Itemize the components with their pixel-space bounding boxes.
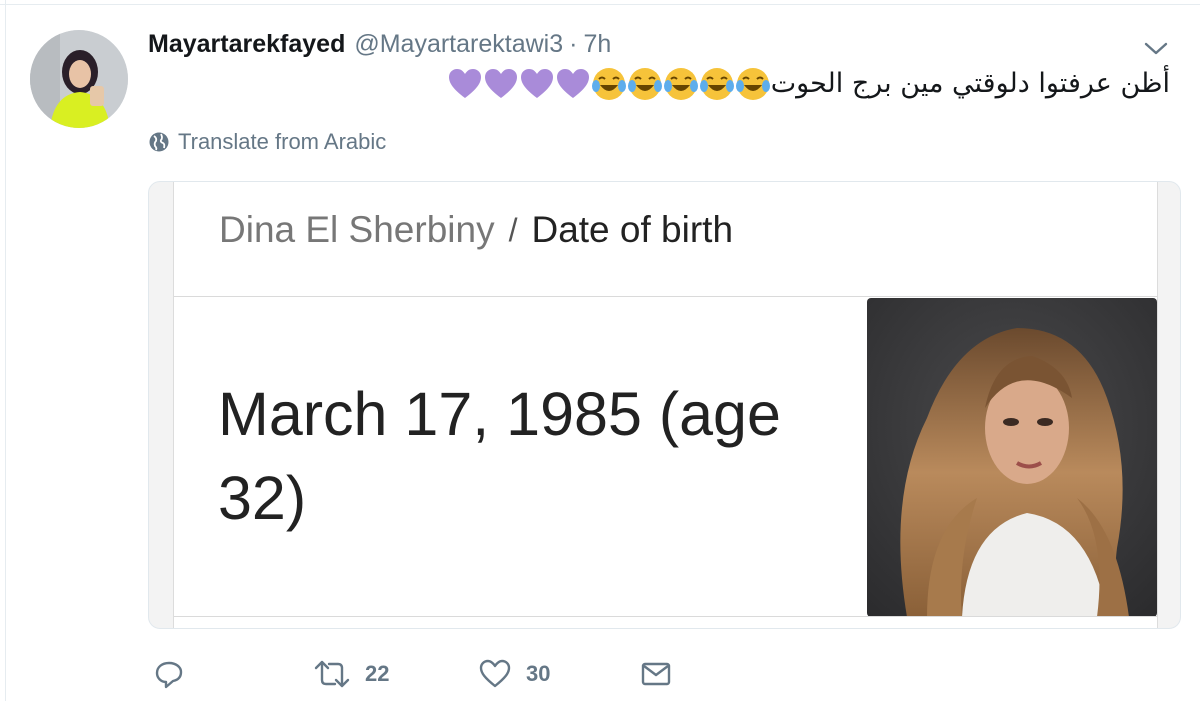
left-divider [5,0,6,701]
attribute-name: Date of birth [531,209,734,250]
heart-icon [479,659,511,688]
globe-icon [149,132,169,152]
display-name[interactable]: Mayartarekfayed [148,30,345,59]
tweet-header: Mayartarekfayed @Mayartarektawi3 · 7h [148,30,611,62]
header-separator: · [569,30,578,58]
retweet-button[interactable]: 22 [313,654,389,694]
reply-button[interactable] [153,654,199,694]
panel-bottom-divider [174,616,1157,617]
envelope-icon [641,662,671,686]
action-bar: 22 30 [153,654,713,694]
timestamp[interactable]: 7h [583,30,611,59]
tears-of-joy-icon [591,68,626,100]
purple-heart-icon [556,69,589,98]
breadcrumb: Dina El Sherbiny / Date of birth [219,208,733,252]
tears-of-joy-icon [627,68,662,100]
like-count: 30 [526,661,551,686]
breadcrumb-separator: / [508,211,518,248]
like-button[interactable]: 30 [478,654,550,694]
entity-name: Dina El Sherbiny [219,209,495,250]
tears-of-joy-icon [735,68,770,100]
portrait-image [867,298,1157,617]
media-card[interactable]: Dina El Sherbiny / Date of birth March 1… [148,181,1181,629]
knowledge-panel: Dina El Sherbiny / Date of birth March 1… [173,182,1158,628]
purple-heart-icon [520,69,553,98]
direct-message-button[interactable] [640,654,672,694]
avatar-image [30,30,128,128]
top-divider [0,4,1200,5]
translate-label: Translate from Arabic [178,129,387,154]
more-options-button[interactable] [1143,38,1169,58]
emoji-row [447,66,771,102]
chevron-down-icon [1144,42,1168,55]
portrait-photo [867,298,1157,617]
translate-link[interactable]: Translate from Arabic [148,128,386,156]
screen-name[interactable]: @Mayartarektawi3 [354,30,563,59]
reply-icon [155,661,183,689]
avatar[interactable] [30,30,128,128]
attribute-value: March 17, 1985 (age 32) [218,380,781,532]
tears-of-joy-icon [699,68,734,100]
tears-of-joy-icon [663,68,698,100]
tweet-text: أظن عرفتوا دلوقتي مين برج الحوت [445,64,1170,104]
tweet-text-content: أظن عرفتوا دلوقتي مين برج الحوت [770,68,1170,99]
purple-heart-icon [448,69,481,98]
retweet-count: 22 [365,661,390,686]
retweet-icon [314,660,350,688]
panel-divider [174,296,1157,297]
purple-heart-icon [484,69,517,98]
